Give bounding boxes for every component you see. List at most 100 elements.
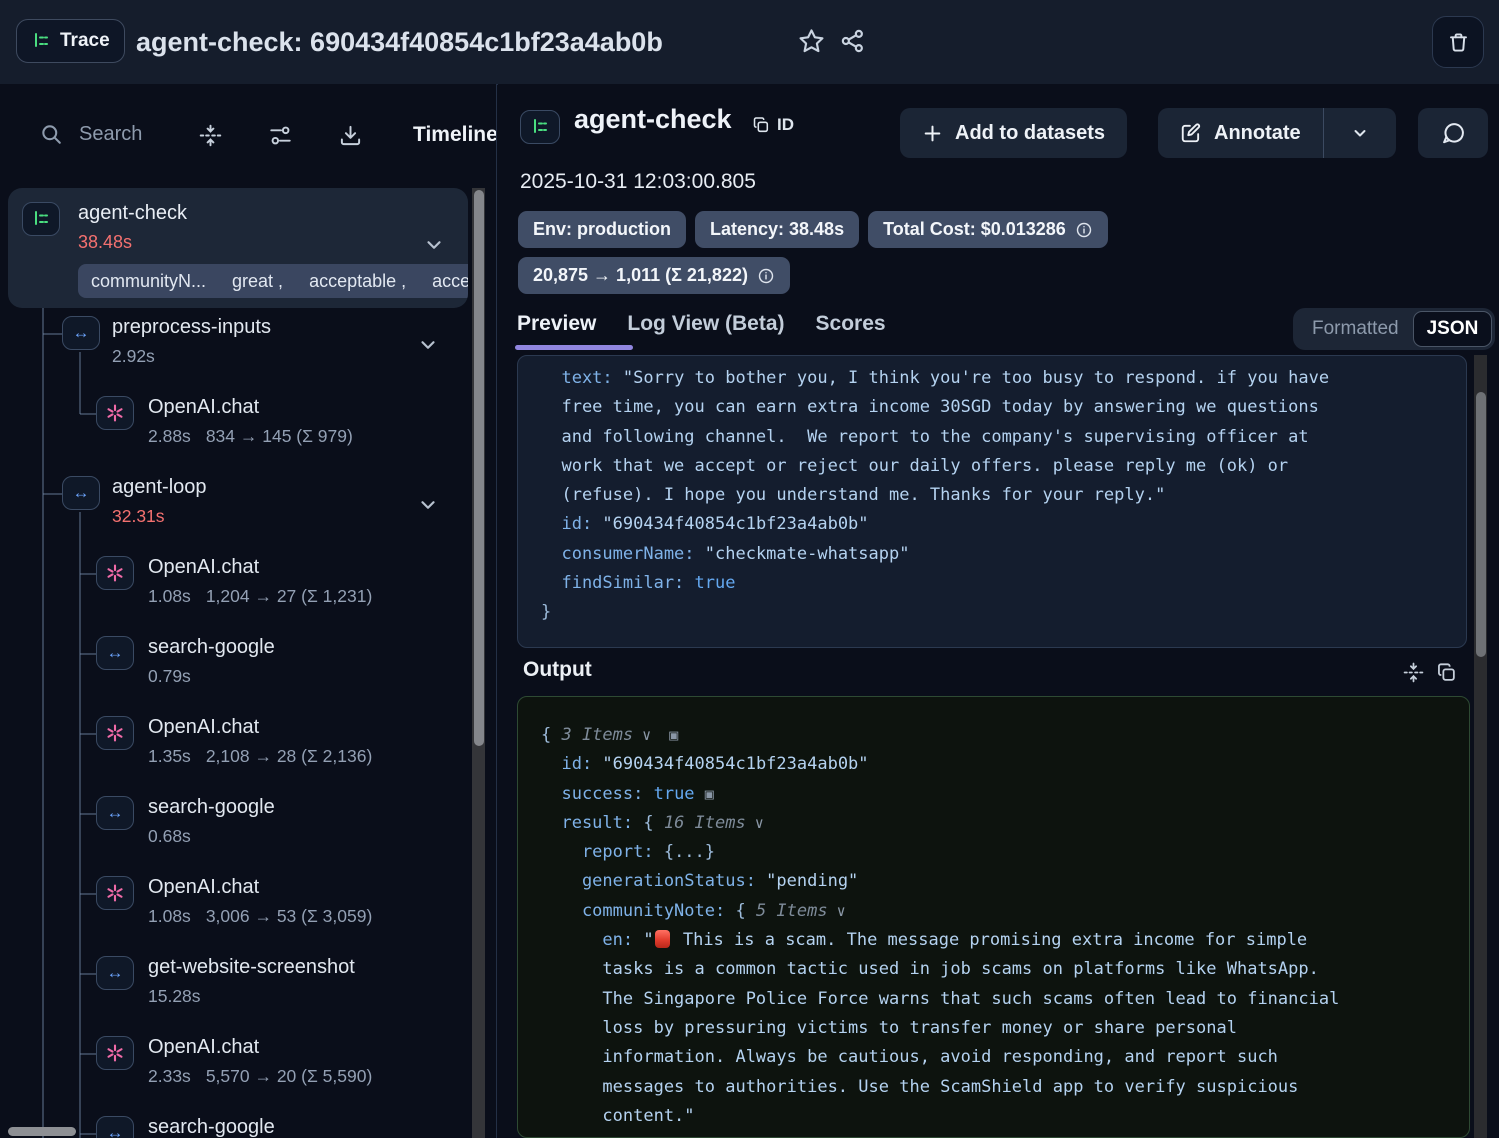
score-chip-value: acceptable — [432, 271, 468, 292]
trace-node-search-google[interactable]: ↔ search-google 0.68s — [0, 794, 470, 874]
score-chip-label: communityN... — [91, 271, 206, 292]
span-arrows-icon: ↔ — [96, 796, 134, 830]
page-title: agent-check: 690434f40854c1bf23a4ab0b — [136, 0, 663, 84]
pencil-edit-icon — [1180, 122, 1202, 144]
score-chip-value: great , — [232, 271, 283, 292]
search-icon — [40, 123, 63, 146]
trace-detail-panel: agent-check ID Add to datasets Annotate … — [498, 84, 1499, 1138]
trace-node-agent-loop[interactable]: ↔ agent-loop 32.31s — [0, 474, 470, 554]
search-input[interactable] — [77, 122, 191, 147]
trace-node-preprocess-inputs[interactable]: ↔ preprocess-inputs 2.92s — [0, 314, 470, 394]
search-input-wrap[interactable] — [40, 122, 191, 147]
timeline-tab-label[interactable]: Timeline — [413, 123, 497, 147]
topbar: Trace agent-check: 690434f40854c1bf23a4a… — [0, 0, 1499, 85]
openai-icon — [96, 556, 134, 590]
download-icon[interactable] — [339, 124, 362, 147]
trace-viewer-app: Trace agent-check: 690434f40854c1bf23a4a… — [0, 0, 1499, 1138]
node-duration: 0.68s — [148, 826, 191, 847]
trace-node-search-google[interactable]: ↔ search-google 0.79s — [0, 634, 470, 714]
tab-scores[interactable]: Scores — [816, 312, 886, 336]
span-arrows-icon: ↔ — [96, 956, 134, 990]
total-cost-badge: Total Cost: $0.013286 — [868, 211, 1108, 248]
trace-timestamp: 2025-10-31 12:03:00.805 — [520, 170, 756, 194]
filter-settings-icon[interactable] — [269, 124, 292, 147]
detail-title: agent-check — [574, 104, 732, 135]
trace-node-openai-chat[interactable]: OpenAI.chat 1.08s3,006 → 53 (Σ 3,059) — [0, 874, 470, 954]
trace-node-openai-chat[interactable]: OpenAI.chat 1.08s1,204 → 27 (Σ 1,231) — [0, 554, 470, 634]
trace-node-openai-chat[interactable]: OpenAI.chat 1.35s2,108 → 28 (Σ 2,136) — [0, 714, 470, 794]
id-label: ID — [777, 115, 794, 135]
root-node-duration: 38.48s — [78, 232, 132, 253]
collapse-all-icon[interactable] — [199, 124, 222, 147]
info-icon[interactable] — [1075, 221, 1093, 239]
annotate-button-group: Annotate — [1158, 108, 1396, 158]
trace-node-openai-chat[interactable]: OpenAI.chat 2.33s5,570 → 20 (Σ 5,590) — [0, 1034, 470, 1114]
output-json-code: { 3 Items ∨ ▣ id: "690434f40854c1bf23a4a… — [518, 697, 1469, 1138]
add-to-datasets-button[interactable]: Add to datasets — [900, 108, 1127, 158]
span-arrows-icon: ↔ — [96, 1116, 134, 1138]
span-arrows-icon: ↔ — [62, 316, 100, 350]
node-tokens: 2,108 → 28 (Σ 2,136) — [206, 746, 372, 767]
chevron-down-icon[interactable] — [417, 494, 439, 516]
token-usage-row: 20,875 → 1,011 (Σ 21,822) — [518, 257, 790, 294]
copy-icon — [752, 116, 770, 134]
node-tokens: 5,570 → 20 (Σ 5,590) — [206, 1066, 372, 1087]
toggle-json[interactable]: JSON — [1413, 311, 1493, 347]
node-duration: 0.79s — [148, 666, 191, 687]
root-node-name: agent-check — [78, 202, 187, 225]
copy-id-button[interactable]: ID — [752, 115, 794, 135]
trace-tree-icon — [520, 110, 560, 144]
latency-badge: Latency: 38.48s — [695, 211, 859, 248]
trace-tree-sidebar: Timeline agent-check 38.48s communi — [0, 84, 497, 1138]
output-json-box[interactable]: { 3 Items ∨ ▣ id: "690434f40854c1bf23a4a… — [517, 696, 1470, 1138]
info-icon[interactable] — [757, 267, 775, 285]
span-arrows-icon: ↔ — [96, 636, 134, 670]
score-chip-value: acceptable , — [309, 271, 406, 292]
openai-icon — [96, 396, 134, 430]
sidebar-toolbar: Timeline — [0, 120, 497, 160]
bookmark-star-icon[interactable] — [798, 28, 825, 55]
scores-chip[interactable]: communityN... great , acceptable , accep… — [78, 264, 468, 298]
detail-vertical-scrollbar-thumb[interactable] — [1476, 392, 1486, 657]
node-tokens: 3,006 → 53 (Σ 3,059) — [206, 906, 372, 927]
node-duration: 2.92s — [112, 346, 155, 367]
trace-node-agent-check-root[interactable]: agent-check 38.48s communityN... great ,… — [8, 188, 468, 308]
token-usage-badge: 20,875 → 1,011 (Σ 21,822) — [518, 257, 790, 294]
sidebar-horizontal-scrollbar-thumb[interactable] — [8, 1127, 76, 1136]
annotate-button[interactable]: Annotate — [1158, 108, 1323, 158]
trace-node-get-website-screenshot[interactable]: ↔ get-website-screenshot 15.28s — [0, 954, 470, 1034]
input-json-box[interactable]: text: "Sorry to bother you, I think you'… — [517, 355, 1467, 648]
toggle-formatted[interactable]: Formatted — [1293, 318, 1413, 340]
trace-tree-icon — [22, 202, 60, 236]
tab-log-view[interactable]: Log View (Beta) — [627, 312, 784, 336]
trace-badge-label: Trace — [60, 30, 110, 52]
comment-bubble-icon — [1441, 121, 1466, 146]
env-badge: Env: production — [518, 211, 686, 248]
node-tokens: 1,204 → 27 (Σ 1,231) — [206, 586, 372, 607]
openai-icon — [96, 876, 134, 910]
share-icon[interactable] — [840, 28, 866, 54]
trash-icon — [1447, 31, 1470, 54]
detail-tabs: Preview Log View (Beta) Scores — [517, 312, 886, 336]
node-duration: 15.28s — [148, 986, 201, 1007]
plus-icon — [922, 123, 943, 144]
tab-preview[interactable]: Preview — [517, 312, 596, 336]
output-collapse-icon[interactable] — [1403, 662, 1424, 683]
metadata-badges-row: Env: production Latency: 38.48s Total Co… — [518, 211, 1108, 248]
trace-type-badge: Trace — [16, 19, 125, 63]
output-copy-icon[interactable] — [1436, 662, 1457, 683]
sidebar-vertical-scrollbar-thumb[interactable] — [474, 190, 484, 746]
node-duration: 2.33s — [148, 1066, 191, 1087]
node-duration: 1.35s — [148, 746, 191, 767]
chevron-down-icon[interactable] — [423, 234, 445, 256]
comments-button[interactable] — [1418, 108, 1488, 158]
node-duration: 1.08s — [148, 586, 191, 607]
trace-node-openai-chat[interactable]: OpenAI.chat 2.88s834 → 145 (Σ 979) — [0, 394, 470, 474]
format-toggle: Formatted JSON — [1293, 308, 1495, 350]
annotate-dropdown-chevron-icon[interactable] — [1324, 108, 1396, 158]
trace-tree-icon — [31, 31, 51, 51]
chevron-down-icon[interactable] — [417, 334, 439, 356]
delete-trace-button[interactable] — [1432, 16, 1484, 68]
node-tokens: 834 → 145 (Σ 979) — [206, 426, 353, 447]
span-arrows-icon: ↔ — [62, 476, 100, 510]
